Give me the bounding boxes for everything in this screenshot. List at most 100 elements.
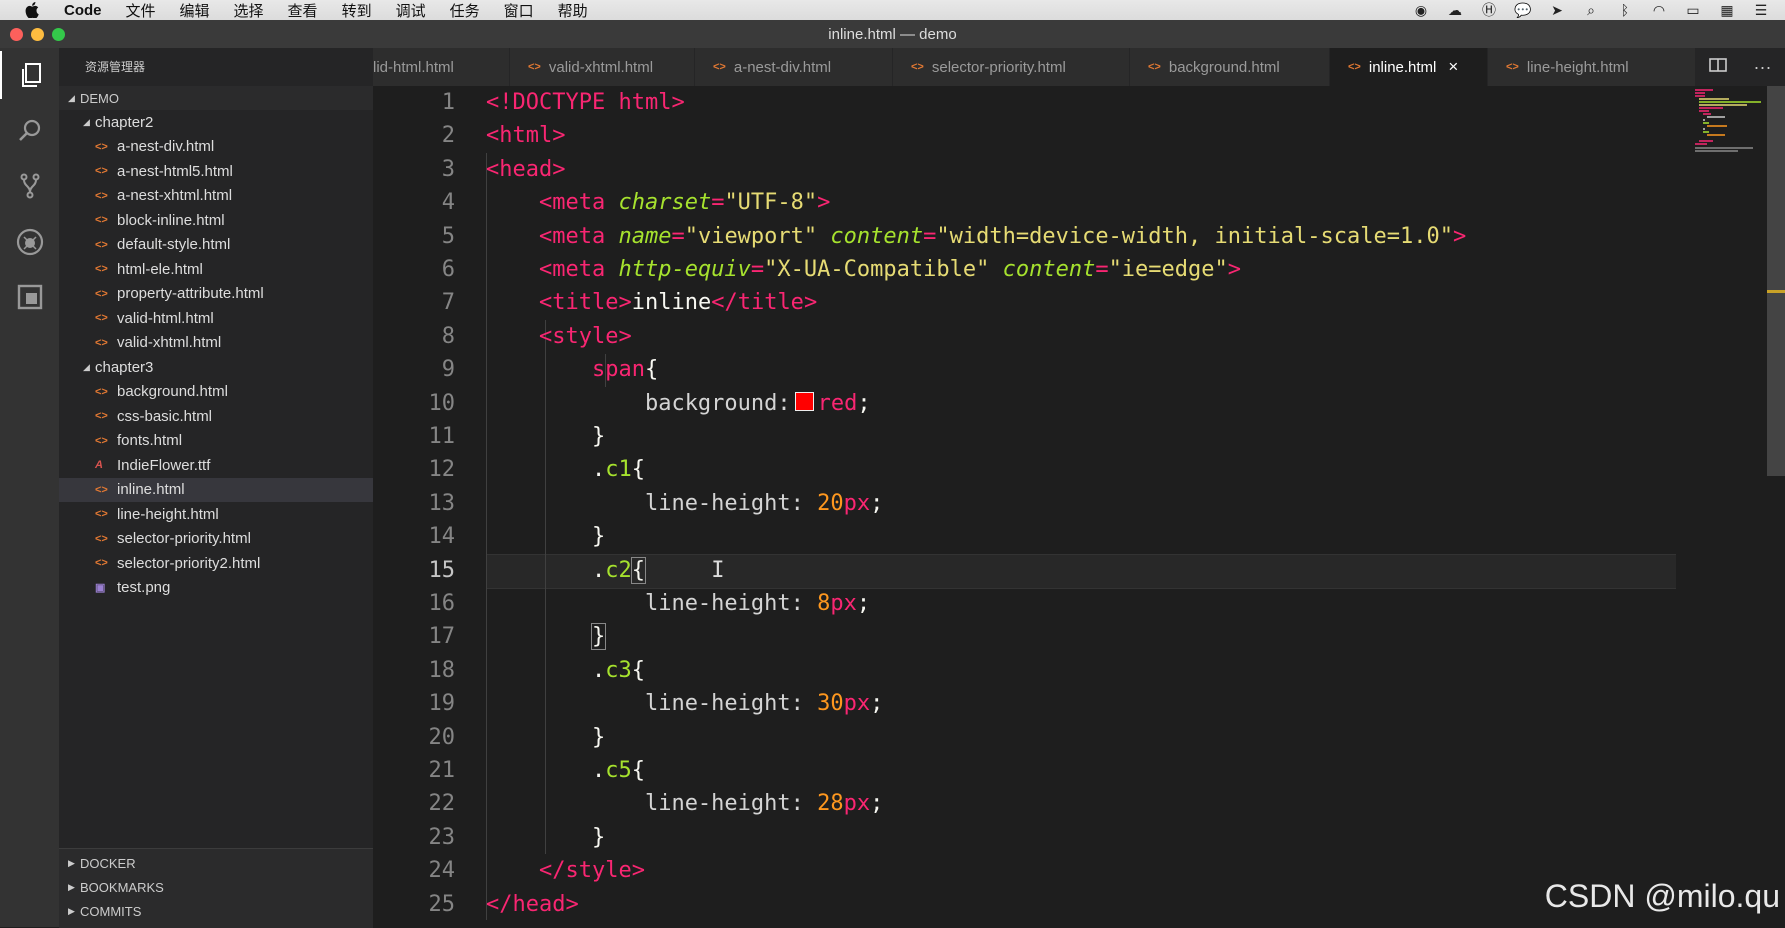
tree-item-label: IndieFlower.ttf: [117, 456, 211, 474]
tab-label: inline.html: [1368, 58, 1437, 76]
tree-file[interactable]: <> a-nest-div.html: [59, 135, 373, 159]
tab-label: valid-xhtml.html: [548, 58, 654, 76]
sidebar-sections: ▶ DOCKER ▶ BOOKMARKS ▶ COMMITS: [59, 848, 373, 928]
activity-bar: [0, 48, 59, 927]
menu-view[interactable]: 查看: [288, 0, 318, 21]
tab-line-height[interactable]: <> line-height.html: [1488, 48, 1700, 86]
minimize-window-button[interactable]: [31, 28, 44, 41]
apple-icon[interactable]: [22, 0, 42, 20]
watermark: CSDN @milo.qu: [1544, 878, 1780, 914]
send-icon[interactable]: ➤: [1547, 2, 1567, 18]
line-number: 15: [428, 557, 456, 583]
tree-file[interactable]: A IndieFlower.ttf: [59, 453, 373, 477]
vertical-scrollbar[interactable]: [1767, 86, 1785, 476]
list-icon[interactable]: ☰: [1751, 2, 1771, 18]
tree-item-label: line-height.html: [117, 505, 219, 523]
tab-valid-html[interactable]: lid-html.html: [373, 48, 510, 86]
tree-file[interactable]: <> css-basic.html: [59, 404, 373, 428]
tree-file[interactable]: <> html-ele.html: [59, 257, 373, 281]
tab-selector-priority[interactable]: <> selector-priority.html: [893, 48, 1130, 86]
code-line-15: .c2{ I: [591, 556, 725, 584]
tree-file[interactable]: <> a-nest-html5.html: [59, 159, 373, 183]
code-line-13: line-height: 20px;: [644, 490, 884, 516]
tab-valid-xhtml[interactable]: <> valid-xhtml.html: [510, 48, 695, 86]
menu-file[interactable]: 文件: [126, 0, 156, 21]
tree-file[interactable]: <> default-style.html: [59, 233, 373, 257]
tree-file[interactable]: <> line-height.html: [59, 502, 373, 526]
split-editor-icon[interactable]: [1708, 57, 1727, 77]
tab-inline[interactable]: <> inline.html ×: [1330, 48, 1488, 86]
line-number: 16: [428, 591, 456, 616]
line-number: 4: [441, 190, 455, 216]
line-number: 20: [428, 724, 456, 750]
menu-window[interactable]: 窗口: [504, 0, 534, 21]
menu-selection[interactable]: 选择: [234, 0, 264, 21]
menu-tasks[interactable]: 任务: [450, 0, 480, 21]
tree-folder[interactable]: ◢ chapter3: [59, 355, 373, 379]
line-number: 19: [428, 691, 456, 717]
h-app-icon[interactable]: Ⓗ: [1479, 2, 1499, 18]
html-file-icon: <>: [1148, 61, 1161, 73]
window-title: inline.html — demo: [828, 25, 957, 43]
tree-file[interactable]: <> selector-priority2.html: [59, 551, 373, 575]
tab-background[interactable]: <> background.html: [1130, 48, 1330, 86]
html-file-icon: <>: [95, 189, 108, 202]
tree-file[interactable]: <> background.html: [59, 380, 373, 404]
line-number: 1: [441, 90, 455, 115]
menu-app-name[interactable]: Code: [64, 2, 102, 19]
record-icon[interactable]: ◉: [1411, 2, 1431, 18]
menu-help[interactable]: 帮助: [558, 0, 588, 21]
chevron-down-icon: ◢: [68, 92, 75, 103]
tree-file[interactable]: <> inline.html: [59, 477, 373, 502]
line-number: 10: [428, 390, 456, 416]
section-label: BOOKMARKS: [80, 879, 164, 895]
html-file-icon: <>: [95, 165, 108, 177]
tree-file[interactable]: <> a-nest-xhtml.html: [59, 184, 373, 208]
tree-file[interactable]: <> valid-html.html: [59, 306, 373, 330]
section-bookmarks[interactable]: ▶ BOOKMARKS: [59, 875, 373, 899]
close-window-button[interactable]: [10, 28, 23, 41]
tree-file[interactable]: ▣ test.png: [59, 576, 373, 600]
explorer-sidebar: 资源管理器 ◢ DEMO ◢ chapter2 <> a-nest-div.html <…: [59, 48, 373, 928]
tree-file[interactable]: <> selector-priority.html: [59, 527, 373, 551]
wifi-icon[interactable]: ◠: [1649, 2, 1669, 18]
tree-file[interactable]: <> block-inline.html: [59, 208, 373, 232]
cloud-icon[interactable]: ☁: [1445, 2, 1465, 18]
tree-root-label: DEMO: [80, 90, 119, 106]
tree-root-demo[interactable]: ◢ DEMO: [59, 86, 373, 110]
scrollbar-marker: [1767, 290, 1785, 293]
tab-a-nest-div[interactable]: <> a-nest-div.html: [695, 48, 893, 86]
tree-item-label: selector-priority2.html: [117, 554, 261, 572]
source-control-icon[interactable]: [0, 162, 59, 210]
color-swatch[interactable]: [794, 392, 814, 412]
more-actions-icon[interactable]: ···: [1754, 57, 1772, 78]
search-icon[interactable]: [0, 107, 59, 155]
bluetooth-icon[interactable]: ᛒ: [1615, 2, 1635, 18]
tree-folder[interactable]: ◢ chapter2: [59, 110, 373, 134]
search-icon[interactable]: ⌕: [1581, 2, 1601, 18]
menu-edit[interactable]: 编辑: [180, 0, 210, 21]
tree-file[interactable]: <> valid-xhtml.html: [59, 331, 373, 355]
html-file-icon: <>: [95, 410, 108, 422]
code-line-7: <title>inline</title>: [538, 290, 818, 316]
minimap[interactable]: [1693, 86, 1763, 176]
debug-icon[interactable]: [0, 218, 59, 266]
close-icon[interactable]: ×: [1448, 57, 1458, 77]
line-number: 25: [428, 891, 456, 917]
code-line-17: }: [590, 623, 607, 651]
extensions-icon[interactable]: [0, 273, 59, 321]
code-editor[interactable]: 1 2 3 4 5 6 7 8 9 10 11 12 13 14 15 16 17 18 19 20 21 22 23 24 2…: [373, 86, 1785, 927]
menu-debug[interactable]: 调试: [396, 0, 426, 21]
maximize-window-button[interactable]: [52, 28, 65, 41]
flag-icon[interactable]: ▦: [1717, 2, 1737, 18]
chat-icon[interactable]: 💬: [1513, 2, 1533, 18]
menu-go[interactable]: 转到: [342, 0, 372, 21]
section-commits[interactable]: ▶ COMMITS: [59, 899, 373, 923]
section-docker[interactable]: ▶ DOCKER: [59, 851, 373, 875]
explorer-icon[interactable]: [0, 51, 61, 99]
tree-file[interactable]: <> fonts.html: [59, 429, 373, 453]
section-label: DOCKER: [80, 855, 136, 871]
html-file-icon: <>: [95, 483, 108, 496]
tree-file[interactable]: <> property-attribute.html: [59, 282, 373, 306]
battery-icon[interactable]: ▭: [1683, 2, 1703, 18]
